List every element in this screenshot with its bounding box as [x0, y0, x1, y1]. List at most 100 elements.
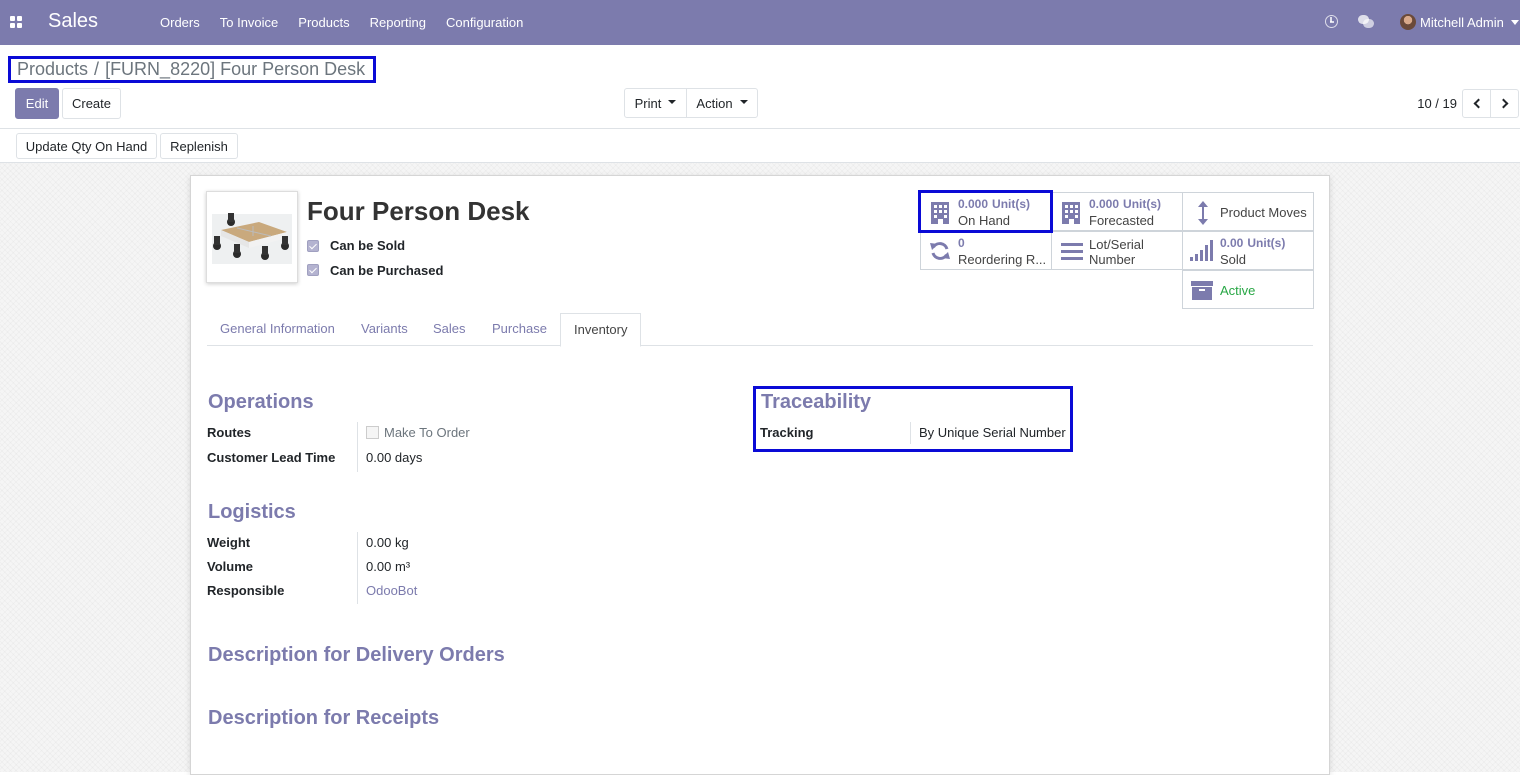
sold-unit: Unit(s) — [1247, 236, 1286, 250]
action-dropdown[interactable]: Action — [686, 88, 758, 118]
lot-serial-smart-button[interactable]: Lot/Serial Number — [1051, 231, 1183, 270]
can-be-purchased-checkbox[interactable] — [307, 264, 319, 276]
chevron-left-icon — [1473, 98, 1483, 109]
operations-divider — [357, 422, 358, 472]
building-icon — [1062, 202, 1080, 224]
sold-label: Sold — [1220, 252, 1247, 267]
can-be-sold-checkbox[interactable] — [307, 240, 319, 252]
desk-photo-icon — [207, 192, 297, 282]
traceability-divider — [910, 422, 911, 444]
volume-number: 0.00 — [366, 559, 392, 574]
can-be-sold-label: Can be Sold — [330, 238, 406, 253]
arrows-vertical-icon — [1198, 201, 1208, 225]
main-menu: Orders To Invoice Products Reporting Con… — [160, 0, 543, 45]
make-to-order-checkbox[interactable] — [366, 426, 379, 439]
forecasted-value: 0.000 — [1089, 197, 1120, 211]
activity-clock-icon[interactable] — [1325, 15, 1338, 28]
product-moves-smart-button[interactable]: Product Moves — [1182, 192, 1314, 231]
weight-label: Weight — [207, 535, 251, 550]
customer-lead-time-value: 0.00 days — [366, 450, 423, 465]
on-hand-value: 0.000 — [958, 197, 989, 211]
pager-value[interactable]: 10 / 19 — [1417, 96, 1457, 111]
menu-item-reporting[interactable]: Reporting — [370, 15, 426, 30]
active-label: Active — [1220, 283, 1256, 298]
can-be-purchased-label: Can be Purchased — [330, 263, 444, 278]
forecasted-unit: Unit(s) — [1123, 197, 1162, 211]
weight-unit: kg — [394, 535, 409, 550]
on-hand-smart-button[interactable]: 0.000 Unit(s) On Hand — [920, 192, 1052, 231]
chevron-right-icon — [1498, 98, 1508, 109]
volume-value: 0.00 m³ — [366, 559, 410, 574]
apps-grid-icon[interactable] — [10, 16, 23, 29]
menu-item-configuration[interactable]: Configuration — [446, 15, 523, 30]
forecasted-label: Forecasted — [1089, 213, 1155, 228]
menu-item-to-invoice[interactable]: To Invoice — [220, 15, 279, 30]
create-button[interactable]: Create — [62, 88, 121, 119]
top-navbar: Sales Orders To Invoice Products Reporti… — [0, 0, 1520, 45]
breadcrumb: Products / [FURN_8220] Four Person Desk — [8, 56, 376, 83]
user-menu-name[interactable]: Mitchell Admin — [1420, 15, 1504, 30]
product-image[interactable] — [206, 191, 298, 283]
tab-sales[interactable]: Sales — [420, 313, 479, 346]
weight-value: 0.00 kg — [366, 535, 409, 550]
refresh-icon — [930, 242, 950, 260]
on-hand-label: On Hand — [958, 213, 1011, 228]
update-qty-on-hand-button[interactable]: Update Qty On Hand — [16, 133, 157, 159]
tab-inventory[interactable]: Inventory — [560, 313, 642, 347]
app-name[interactable]: Sales — [48, 10, 98, 33]
archive-icon — [1191, 281, 1213, 300]
reordering-value: 0 — [958, 236, 965, 250]
product-moves-label: Product Moves — [1220, 205, 1307, 220]
print-label: Print — [634, 95, 662, 111]
breadcrumb-separator: / — [94, 59, 100, 79]
menu-item-products[interactable]: Products — [298, 15, 349, 30]
building-icon — [931, 202, 949, 224]
volume-label: Volume — [207, 559, 253, 574]
control-panel: Products / [FURN_8220] Four Person Desk Ed… — [0, 45, 1520, 129]
logistics-divider — [357, 532, 358, 604]
action-label: Action — [696, 95, 733, 111]
print-dropdown[interactable]: Print — [624, 88, 687, 118]
description-receipts-title: Description for Receipts — [208, 707, 440, 729]
chevron-down-icon — [668, 99, 677, 104]
signal-icon — [1190, 240, 1213, 261]
user-menu-caret-icon[interactable] — [1511, 20, 1519, 25]
make-to-order-label: Make To Order — [384, 425, 470, 440]
menu-item-orders[interactable]: Orders — [160, 15, 200, 30]
description-delivery-title: Description for Delivery Orders — [208, 644, 505, 666]
reordering-rules-smart-button[interactable]: 0 Reordering R... — [920, 231, 1052, 270]
tab-variants[interactable]: Variants — [348, 313, 421, 346]
user-avatar[interactable] — [1400, 14, 1416, 30]
customer-lead-time-label: Customer Lead Time — [207, 450, 336, 465]
pager-previous-button[interactable] — [1462, 89, 1491, 118]
breadcrumb-parent-link[interactable]: Products — [17, 59, 88, 79]
messaging-chat-icon[interactable] — [1358, 15, 1374, 28]
weight-number: 0.00 — [366, 535, 392, 550]
tab-general-information[interactable]: General Information — [207, 313, 348, 346]
tracking-label: Tracking — [760, 425, 814, 440]
pager-next-button[interactable] — [1490, 89, 1519, 118]
edit-button[interactable]: Edit — [15, 88, 59, 119]
forecasted-smart-button[interactable]: 0.000 Unit(s) Forecasted — [1051, 192, 1183, 231]
operations-section-title: Operations — [208, 391, 314, 413]
tab-purchase[interactable]: Purchase — [479, 313, 560, 346]
replenish-button[interactable]: Replenish — [160, 133, 238, 159]
logistics-section-title: Logistics — [208, 501, 296, 523]
tracking-value[interactable]: By Unique Serial Number — [919, 425, 1066, 440]
form-statusbar: Update Qty On Hand Replenish — [0, 129, 1520, 163]
sold-smart-button[interactable]: 0.00 Unit(s) Sold — [1182, 231, 1314, 270]
active-toggle-smart-button[interactable]: Active — [1182, 270, 1314, 309]
routes-label: Routes — [207, 425, 252, 440]
responsible-label: Responsible — [207, 583, 285, 598]
breadcrumb-current: [FURN_8220] Four Person Desk — [105, 59, 366, 79]
notebook-tabs: General Information Variants Sales Purch… — [207, 313, 1313, 347]
chevron-down-icon — [739, 99, 748, 104]
responsible-link[interactable]: OdooBot — [366, 583, 417, 598]
product-name: Four Person Desk — [307, 196, 530, 226]
on-hand-unit: Unit(s) — [992, 197, 1031, 211]
lot-serial-label-line1: Lot/Serial — [1089, 237, 1144, 252]
reordering-label: Reordering R... — [958, 252, 1047, 267]
traceability-section-title: Traceability — [761, 391, 872, 413]
sold-value: 0.00 — [1220, 236, 1244, 250]
list-icon — [1061, 243, 1083, 260]
